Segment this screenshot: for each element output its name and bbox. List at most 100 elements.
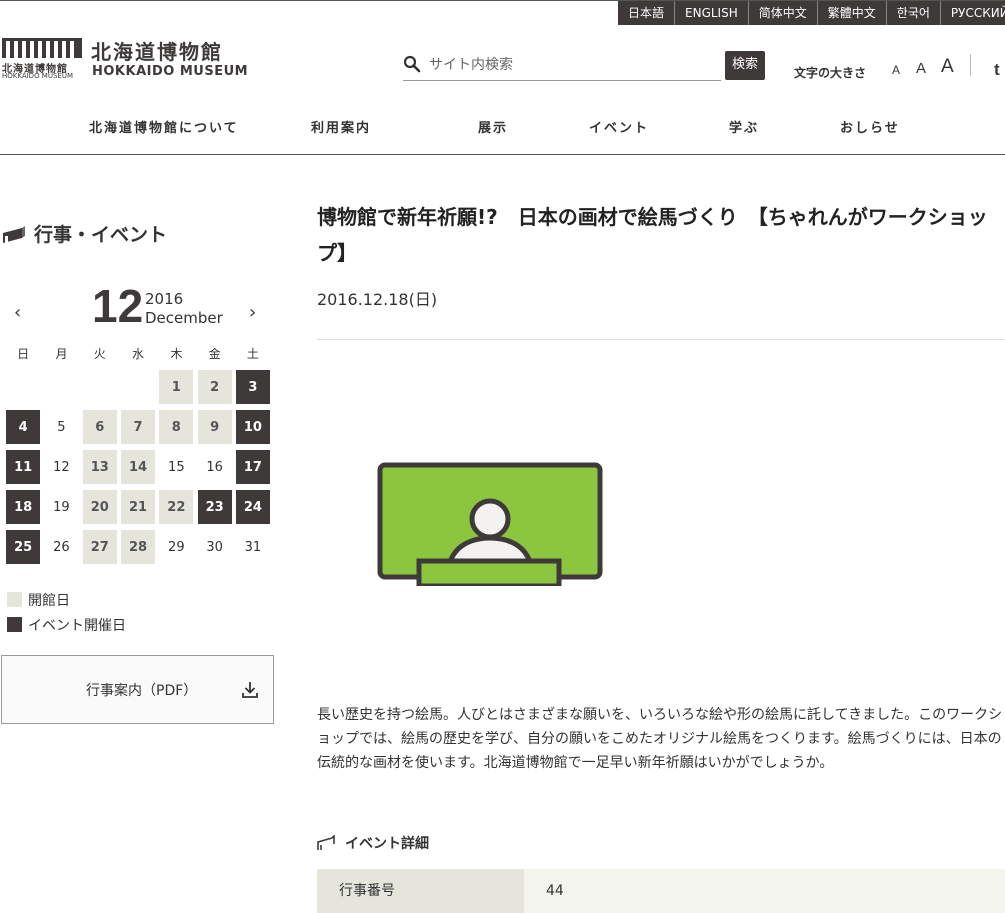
legend-event: イベント開催日: [7, 612, 126, 637]
calendar-day[interactable]: 28: [119, 527, 157, 567]
calendar-prev-button[interactable]: ‹: [14, 302, 21, 323]
logo-mark-icon: [2, 38, 82, 58]
calendar-day-number: 14: [121, 450, 156, 484]
calendar-day[interactable]: 8: [157, 407, 195, 447]
share-icon[interactable]: t: [994, 60, 1000, 80]
calendar-day[interactable]: 1: [157, 367, 195, 407]
event-flag-icon: [317, 835, 335, 850]
calendar-weekdays: 日 月 火 水 木 金 土: [4, 345, 273, 367]
calendar-day-number: 26: [53, 539, 70, 555]
sidebar-title-text: 行事・イベント: [34, 224, 168, 246]
logo-en: HOKKAIDO MUSEUM: [92, 64, 249, 79]
weekday-mon: 月: [55, 347, 68, 361]
calendar-day-number: 24: [235, 490, 270, 524]
calendar-day[interactable]: 19: [42, 487, 80, 527]
nav-learn[interactable]: 学ぶ: [729, 117, 759, 136]
calendar-day[interactable]: 13: [81, 447, 119, 487]
search-input[interactable]: [427, 54, 717, 76]
calendar-day[interactable]: 10: [234, 407, 272, 447]
calendar-legend: 開館日 イベント開催日: [7, 587, 126, 637]
font-size-large-button[interactable]: A: [941, 56, 954, 78]
calendar-day[interactable]: 2: [195, 367, 233, 407]
calendar-day-number: 23: [197, 490, 232, 524]
calendar-day[interactable]: 4: [4, 407, 42, 447]
calendar-day-number: 30: [206, 539, 223, 555]
calendar-grid: 日 月 火 水 木 金 土 1 2 3 4 5 6 7 8 9 10 11 12 13 14 15 16 17 1…: [4, 345, 273, 567]
calendar-empty-cell: [119, 367, 157, 407]
calendar-day-number: 7: [121, 410, 156, 444]
lang-korean[interactable]: 한국어: [885, 1, 940, 25]
pdf-download-label: 行事案内（PDF）: [86, 683, 198, 699]
font-size-medium-button[interactable]: A: [916, 60, 926, 77]
calendar-day[interactable]: 14: [119, 447, 157, 487]
calendar-day[interactable]: 12: [42, 447, 80, 487]
pdf-download-button[interactable]: 行事案内（PDF）: [1, 655, 274, 724]
calendar-day-number: 20: [82, 490, 117, 524]
lang-english[interactable]: ENGLISH: [674, 1, 748, 25]
calendar-day[interactable]: 26: [42, 527, 80, 567]
legend-open: 開館日: [7, 587, 126, 612]
calendar-day[interactable]: 23: [195, 487, 233, 527]
lang-traditional-chinese[interactable]: 繁體中文: [816, 1, 886, 25]
calendar-day-number: 16: [206, 459, 223, 475]
nav-guide[interactable]: 利用案内: [311, 117, 371, 136]
font-size-label: 文字の大きさ: [794, 66, 867, 80]
calendar-day-number: 8: [159, 410, 194, 444]
calendar-day[interactable]: 16: [195, 447, 233, 487]
calendar-day-number: 21: [121, 490, 156, 524]
lang-japanese[interactable]: 日本語: [618, 1, 675, 25]
legend-open-swatch: [7, 592, 22, 607]
nav-about[interactable]: 北海道博物館について: [89, 117, 239, 136]
calendar-day-number: 17: [235, 450, 270, 484]
calendar-day[interactable]: 3: [234, 367, 272, 407]
calendar-day[interactable]: 7: [119, 407, 157, 447]
title-divider: [317, 339, 1005, 340]
calendar-day[interactable]: 17: [234, 447, 272, 487]
calendar-day-number: 1: [159, 370, 194, 404]
nav-events[interactable]: イベント: [589, 117, 649, 136]
calendar-day[interactable]: 24: [234, 487, 272, 527]
calendar-day[interactable]: 27: [81, 527, 119, 567]
calendar-day[interactable]: 5: [42, 407, 80, 447]
calendar-day[interactable]: 9: [195, 407, 233, 447]
calendar-day[interactable]: 25: [4, 527, 42, 567]
calendar-day[interactable]: 18: [4, 487, 42, 527]
search-icon: [403, 55, 421, 73]
nav-news[interactable]: おしらせ: [840, 117, 900, 136]
calendar-day-number: 9: [197, 410, 232, 444]
calendar-empty-cell: [42, 367, 80, 407]
calendar-day[interactable]: 11: [4, 447, 42, 487]
calendar-day[interactable]: 30: [195, 527, 233, 567]
calendar-month: 12: [92, 280, 144, 332]
calendar-day[interactable]: 29: [157, 527, 195, 567]
detail-value: 44: [546, 883, 564, 899]
lang-simplified-chinese[interactable]: 简体中文: [747, 1, 817, 25]
language-bar: 日本語 ENGLISH 简体中文 繁體中文 한국어 РУССКИЙ: [618, 1, 1005, 25]
event-title: 博物館で新年祈願!? 日本の画材で絵馬づくり 【ちゃれんがワークショップ】: [317, 205, 988, 265]
calendar-day[interactable]: 31: [234, 527, 272, 567]
calendar-day[interactable]: 21: [119, 487, 157, 527]
calendar-day[interactable]: 15: [157, 447, 195, 487]
calendar-day[interactable]: 22: [157, 487, 195, 527]
event-detail-heading-text: イベント詳細: [345, 836, 429, 852]
search-button[interactable]: 検索: [725, 51, 765, 80]
header-divider: [970, 54, 971, 76]
legend-open-label: 開館日: [28, 592, 70, 609]
logo-en-small: HOKKAIDO MUSEUM: [2, 72, 74, 80]
lang-russian[interactable]: РУССКИЙ: [939, 1, 1005, 25]
calendar-day-number: 12: [53, 459, 70, 475]
calendar-day-number: 5: [57, 419, 66, 435]
calendar-day-number: 11: [6, 450, 41, 484]
font-size-small-button[interactable]: A: [892, 63, 900, 77]
calendar-day[interactable]: 6: [81, 407, 119, 447]
site-logo[interactable]: 北海道博物館 HOKKAIDO MUSEUM 北海道博物館 HOKKAIDO M…: [0, 38, 250, 80]
calendar-day[interactable]: 20: [81, 487, 119, 527]
weekday-sat: 土: [246, 347, 259, 361]
calendar-next-button[interactable]: ›: [249, 302, 256, 323]
event-description: 長い歴史を持つ絵馬。人びとはさまざまな願いを、いろいろな絵や形の絵馬に託してきま…: [317, 707, 1003, 771]
calendar-days: 1 2 3 4 5 6 7 8 9 10 11 12 13 14 15 16 17 18 19 20 21 22 23 24 2…: [4, 367, 273, 567]
weekday-wed: 水: [132, 347, 145, 361]
download-icon: [242, 682, 258, 698]
calendar-day-number: [44, 370, 78, 404]
nav-exhibition[interactable]: 展示: [478, 117, 508, 136]
